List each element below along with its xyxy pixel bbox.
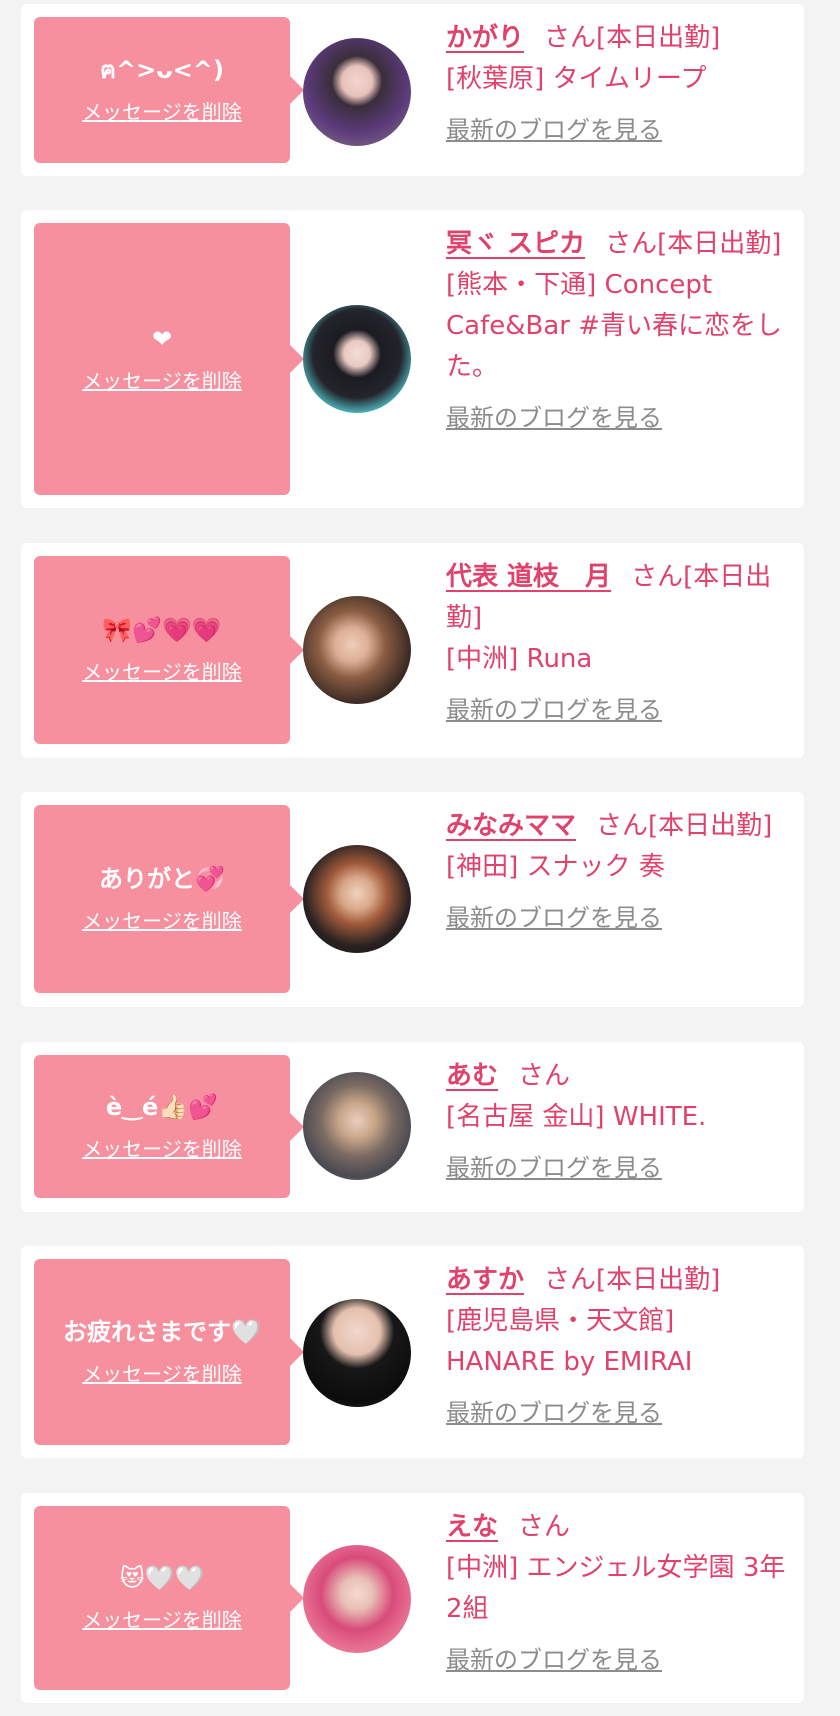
message-text: お疲れさまです🤍 bbox=[63, 1318, 261, 1346]
cast-name-link[interactable]: 代表 道枝 月 bbox=[446, 562, 611, 592]
latest-blog-link[interactable]: 最新のブログを見る bbox=[446, 690, 662, 731]
delete-message-link[interactable]: メッセージを削除 bbox=[82, 907, 242, 935]
message-card: ありがと💞 メッセージを削除 みなみママ さん[本日出勤] [神田] スナック 奏… bbox=[21, 792, 804, 1007]
shop-name: [熊本・下通] Concept Cafe&Bar #青い春に恋をした。 bbox=[446, 270, 783, 382]
message-bubble: ฅ^>ᴗ<^) メッセージを削除 bbox=[34, 17, 304, 163]
avatar[interactable] bbox=[303, 596, 411, 704]
message-card: 🎀💕💗💗 メッセージを削除 代表 道枝 月さん[本日出勤] [中洲] Runa … bbox=[21, 543, 804, 758]
latest-blog-link[interactable]: 最新のブログを見る bbox=[446, 898, 662, 939]
message-card: 😻🤍🤍 メッセージを削除 えな さん [中洲] エンジェル女学園 3年2組 最新の… bbox=[21, 1493, 804, 1703]
latest-blog-link[interactable]: 最新のブログを見る bbox=[446, 1148, 662, 1189]
cast-info: あすか さん[本日出勤] [鹿児島県・天文館] HANARE by EMIRAI … bbox=[446, 1260, 790, 1434]
message-text: 😻🤍🤍 bbox=[119, 1564, 205, 1592]
shop-name: [名古屋 金山] WHITE. bbox=[446, 1102, 707, 1132]
delete-message-link[interactable]: メッセージを削除 bbox=[82, 1360, 242, 1388]
cast-info: あむ さん [名古屋 金山] WHITE. 最新のブログを見る bbox=[446, 1056, 790, 1189]
cast-name-link[interactable]: 冥ヾ スピカ bbox=[446, 229, 585, 259]
avatar[interactable] bbox=[303, 1545, 411, 1653]
message-text: 🎀💕💗💗 bbox=[102, 616, 222, 644]
shop-name: [神田] スナック 奏 bbox=[446, 852, 665, 882]
delete-message-link[interactable]: メッセージを削除 bbox=[82, 658, 242, 686]
latest-blog-link[interactable]: 最新のブログを見る bbox=[446, 110, 662, 151]
cast-status: さん bbox=[518, 1512, 571, 1542]
message-bubble: 🎀💕💗💗 メッセージを削除 bbox=[34, 556, 304, 744]
shop-name: [中洲] エンジェル女学園 3年2組 bbox=[446, 1553, 786, 1624]
cast-status: さん[本日出勤] bbox=[605, 229, 782, 259]
message-text: ありがと💞 bbox=[99, 865, 225, 893]
cast-name-link[interactable]: かがり bbox=[446, 23, 524, 53]
message-text: ฅ^>ᴗ<^) bbox=[100, 56, 224, 84]
avatar[interactable] bbox=[303, 1299, 411, 1407]
cast-name-link[interactable]: あむ bbox=[446, 1061, 498, 1091]
cast-info: かがり さん[本日出勤] [秋葉原] タイムリープ 最新のブログを見る bbox=[446, 18, 790, 151]
latest-blog-link[interactable]: 最新のブログを見る bbox=[446, 1393, 662, 1434]
cast-name-link[interactable]: えな bbox=[446, 1512, 498, 1542]
avatar[interactable] bbox=[303, 38, 411, 146]
cast-info: 代表 道枝 月さん[本日出勤] [中洲] Runa 最新のブログを見る bbox=[446, 557, 790, 731]
cast-status: さん bbox=[518, 1061, 571, 1091]
shop-name: [鹿児島県・天文館] HANARE by EMIRAI bbox=[446, 1306, 693, 1377]
avatar[interactable] bbox=[303, 1072, 411, 1180]
delete-message-link[interactable]: メッセージを削除 bbox=[82, 1606, 242, 1634]
cast-status: さん[本日出勤] bbox=[596, 811, 773, 841]
message-bubble: お疲れさまです🤍 メッセージを削除 bbox=[34, 1259, 304, 1445]
latest-blog-link[interactable]: 最新のブログを見る bbox=[446, 398, 662, 439]
shop-name: [秋葉原] タイムリープ bbox=[446, 64, 707, 94]
cast-status: さん[本日出勤] bbox=[544, 23, 721, 53]
cast-info: えな さん [中洲] エンジェル女学園 3年2組 最新のブログを見る bbox=[446, 1507, 790, 1681]
cast-name-link[interactable]: みなみママ bbox=[446, 811, 576, 841]
cast-info: 冥ヾ スピカ さん[本日出勤] [熊本・下通] Concept Cafe&Bar … bbox=[446, 224, 790, 439]
latest-blog-link[interactable]: 最新のブログを見る bbox=[446, 1640, 662, 1681]
delete-message-link[interactable]: メッセージを削除 bbox=[82, 1135, 242, 1163]
delete-message-link[interactable]: メッセージを削除 bbox=[82, 98, 242, 126]
message-bubble: ありがと💞 メッセージを削除 bbox=[34, 805, 304, 993]
message-bubble: 😻🤍🤍 メッセージを削除 bbox=[34, 1506, 304, 1690]
message-bubble: ❤ メッセージを削除 bbox=[34, 223, 304, 495]
message-card: お疲れさまです🤍 メッセージを削除 あすか さん[本日出勤] [鹿児島県・天文館]… bbox=[21, 1246, 804, 1458]
avatar[interactable] bbox=[303, 845, 411, 953]
message-text: è‿é👍🏻💕 bbox=[105, 1092, 219, 1121]
message-card: ฅ^>ᴗ<^) メッセージを削除 かがり さん[本日出勤] [秋葉原] タイムリー… bbox=[21, 4, 804, 176]
message-card: è‿é👍🏻💕 メッセージを削除 あむ さん [名古屋 金山] WHITE. 最新の… bbox=[21, 1042, 804, 1212]
avatar[interactable] bbox=[303, 305, 411, 413]
cast-name-link[interactable]: あすか bbox=[446, 1265, 524, 1295]
message-text: ❤ bbox=[151, 325, 173, 353]
message-card: ❤ メッセージを削除 冥ヾ スピカ さん[本日出勤] [熊本・下通] Concep… bbox=[21, 210, 804, 508]
cast-status: さん[本日出勤] bbox=[544, 1265, 721, 1295]
delete-message-link[interactable]: メッセージを削除 bbox=[82, 367, 242, 395]
message-bubble: è‿é👍🏻💕 メッセージを削除 bbox=[34, 1055, 304, 1198]
shop-name: [中洲] Runa bbox=[446, 644, 593, 674]
cast-info: みなみママ さん[本日出勤] [神田] スナック 奏 最新のブログを見る bbox=[446, 806, 790, 939]
